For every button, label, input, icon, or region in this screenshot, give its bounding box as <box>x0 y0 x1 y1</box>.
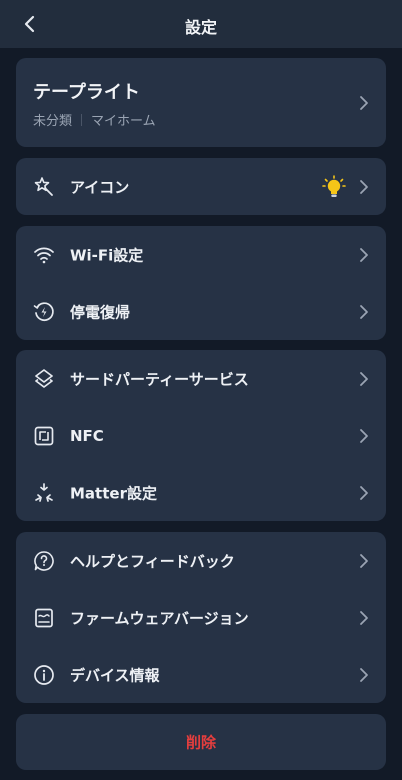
device-category: 未分類 <box>33 114 73 129</box>
magic-wand-icon <box>32 175 56 199</box>
chevron-right-icon <box>360 371 368 386</box>
device-home: マイホーム <box>91 114 156 129</box>
row-label: ファームウェアバージョン <box>70 609 249 627</box>
row-label: デバイス情報 <box>70 666 160 684</box>
nfc-icon <box>32 424 56 448</box>
row-icon-setting[interactable]: アイコン <box>16 158 386 215</box>
row-label: アイコン <box>70 178 130 196</box>
row-firmware-version[interactable]: ファームウェアバージョン <box>16 589 386 646</box>
row-label: Matter設定 <box>70 484 157 502</box>
chevron-right-icon <box>360 667 368 682</box>
chevron-right-icon <box>360 247 368 262</box>
chevron-right-icon <box>360 485 368 500</box>
device-name: テープライト <box>33 82 140 103</box>
lightbulb-icon <box>322 174 346 197</box>
header-bar: 設定 <box>0 0 402 48</box>
row-matter-settings[interactable]: Matter設定 <box>16 464 386 521</box>
wifi-icon <box>32 243 56 267</box>
row-label: サードパーティーサービス <box>70 370 249 388</box>
device-location: 未分類 マイホーム <box>33 110 156 129</box>
matter-icon <box>32 481 56 505</box>
chevron-right-icon <box>360 553 368 568</box>
chevron-right-icon <box>360 304 368 319</box>
row-label: Wi-Fi設定 <box>70 246 144 264</box>
divider <box>81 113 83 126</box>
delete-label: 削除 <box>185 733 216 752</box>
row-label: NFC <box>70 426 104 445</box>
device-card[interactable]: テープライト 未分類 マイホーム <box>16 58 386 147</box>
integrations-card: サードパーティーサービス NFC Matter設定 <box>16 350 386 521</box>
row-label: 停電復帰 <box>70 303 131 321</box>
firmware-icon <box>32 606 56 630</box>
help-chat-icon <box>32 549 56 573</box>
row-help-feedback[interactable]: ヘルプとフィードバック <box>16 532 386 589</box>
chevron-right-icon <box>360 179 368 194</box>
network-card: Wi-Fi設定 停電復帰 <box>16 226 386 340</box>
layers-icon <box>32 367 56 391</box>
row-label: ヘルプとフィードバック <box>70 552 235 570</box>
row-nfc[interactable]: NFC <box>16 407 386 464</box>
page-title: 設定 <box>184 18 217 37</box>
chevron-right-icon <box>360 428 368 443</box>
support-card: ヘルプとフィードバック ファームウェアバージョン デバイス情報 <box>16 532 386 703</box>
icon-card: アイコン <box>16 158 386 215</box>
row-third-party-services[interactable]: サードパーティーサービス <box>16 350 386 407</box>
row-device-info[interactable]: デバイス情報 <box>16 646 386 703</box>
row-power-restore[interactable]: 停電復帰 <box>16 283 386 340</box>
power-restore-icon <box>32 300 56 324</box>
delete-button[interactable]: 削除 <box>16 714 386 770</box>
chevron-right-icon <box>360 610 368 625</box>
chevron-right-icon <box>360 95 368 110</box>
info-icon <box>32 663 56 687</box>
row-wifi-settings[interactable]: Wi-Fi設定 <box>16 226 386 283</box>
